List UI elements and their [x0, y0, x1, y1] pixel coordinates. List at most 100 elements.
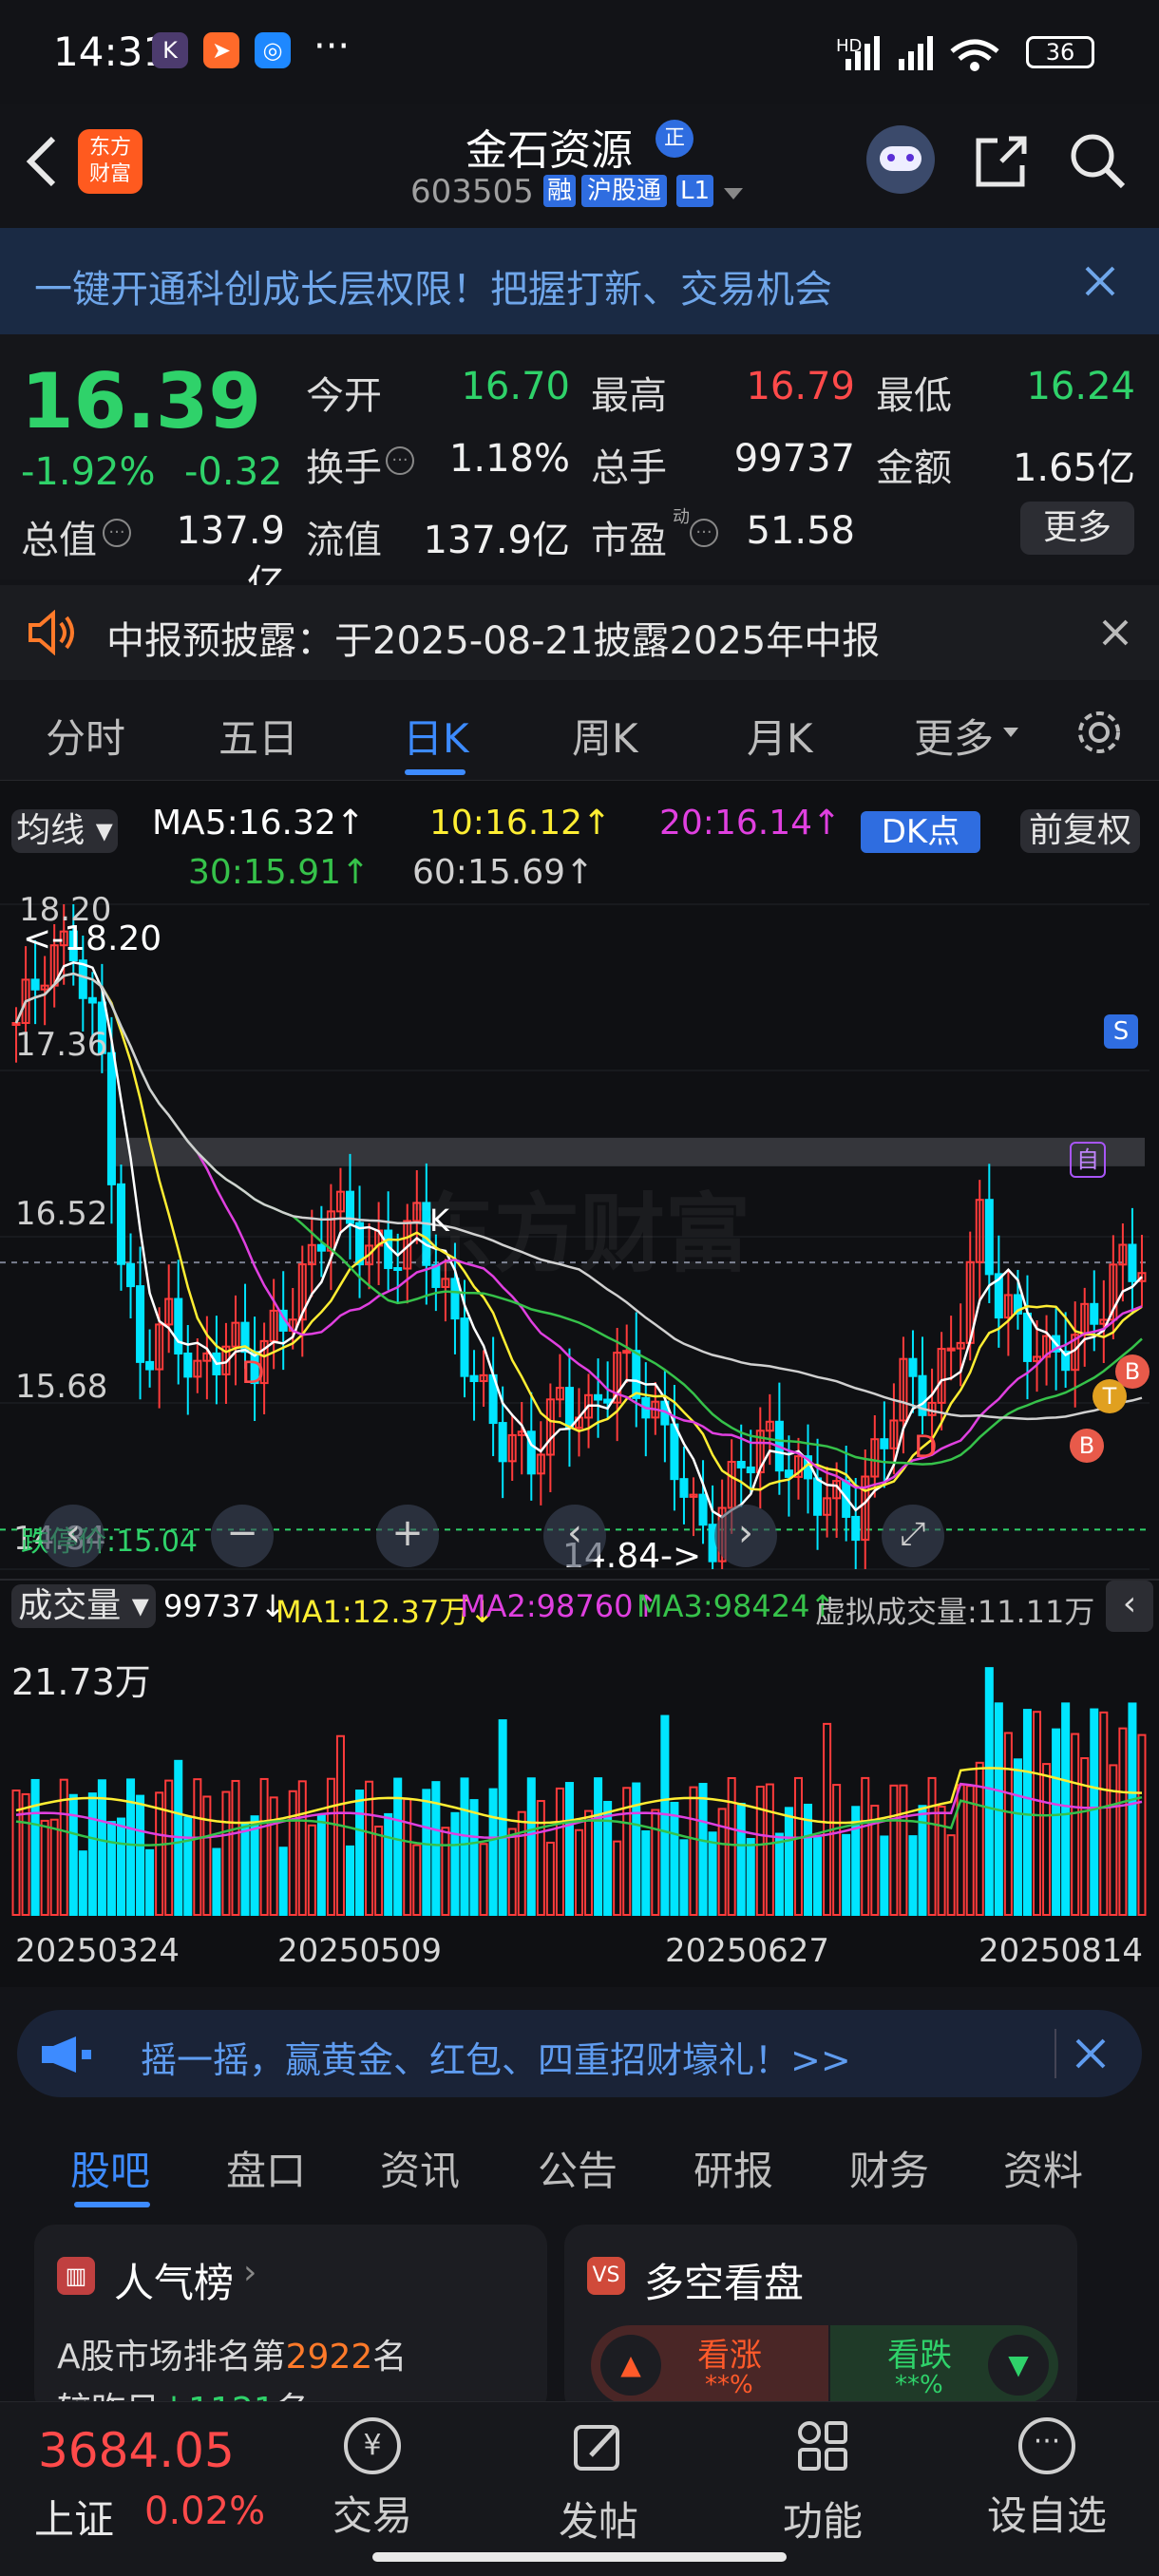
- fullscreen-icon[interactable]: ⤢: [882, 1505, 944, 1567]
- bull-bear-card[interactable]: VS 多空看盘 ▲ 看涨 **% 看跌 **% ▼: [564, 2225, 1077, 2415]
- tab-ziliao[interactable]: 资料: [1003, 2139, 1083, 2197]
- nav-functions[interactable]: 功能: [747, 2417, 899, 2548]
- high-label: 最高: [591, 374, 667, 418]
- pan-left-icon[interactable]: ‹: [543, 1505, 606, 1567]
- volume-bar: [507, 1828, 517, 1916]
- close-icon[interactable]: [1074, 2036, 1108, 2071]
- dk-point-button[interactable]: DK点: [861, 811, 980, 853]
- index-name: 上证: [34, 2496, 115, 2543]
- volume-bar: [412, 1844, 422, 1916]
- tab-more[interactable]: 更多: [914, 707, 994, 765]
- candle: [30, 978, 40, 991]
- nav-post[interactable]: 发帖: [522, 2417, 674, 2548]
- max-marker: <-18.20: [23, 919, 162, 958]
- volume-bar: [736, 1802, 746, 1916]
- volume-chart[interactable]: [0, 1638, 1159, 1940]
- forward-adjust-button[interactable]: 前复权: [1020, 809, 1140, 853]
- y-label-4: 15.68: [15, 1368, 108, 1406]
- tab-pankou[interactable]: 盘口: [226, 2139, 306, 2197]
- ma5-legend: MA5:16.32↑: [152, 804, 365, 843]
- volume-bar: [1128, 1702, 1137, 1916]
- volume-bar: [1090, 1708, 1099, 1916]
- scroll-left-icon[interactable]: ‹: [42, 1505, 104, 1567]
- sub-tabs: 股吧 盘口 资讯 公告 研报 财务 资料: [0, 2116, 1159, 2211]
- tab-gonggao[interactable]: 公告: [538, 2139, 618, 2197]
- more-button[interactable]: 更多: [1020, 502, 1134, 555]
- ma-selector[interactable]: 均线 ▾: [11, 809, 118, 853]
- t-marker[interactable]: T: [1092, 1379, 1127, 1413]
- info-icon[interactable]: ···: [690, 519, 718, 547]
- candle: [564, 1387, 574, 1430]
- tab-wuri[interactable]: 五日: [218, 707, 298, 765]
- volume-bar: [746, 1838, 755, 1916]
- candle: [87, 996, 97, 1004]
- candle: [469, 1374, 479, 1383]
- info-icon[interactable]: ···: [386, 446, 414, 475]
- tab-caiwu[interactable]: 财务: [849, 2139, 929, 2197]
- zoom-in-icon[interactable]: +: [376, 1505, 439, 1567]
- tab-yanbao[interactable]: 研报: [694, 2139, 773, 2197]
- candle: [1128, 1243, 1137, 1282]
- dropdown-arrow-icon[interactable]: [724, 188, 743, 199]
- float-value: 137.9亿: [423, 519, 570, 562]
- candle: [603, 1398, 613, 1404]
- volume-bar: [1003, 1732, 1013, 1916]
- popularity-card[interactable]: ▥ 人气榜 › A股市场排名第2922名 较昨日↓1121名: [34, 2225, 547, 2415]
- bull-button[interactable]: ▲ 看涨 **%: [591, 2325, 828, 2405]
- custom-marker[interactable]: 自: [1070, 1142, 1106, 1178]
- x-label: 20250509: [277, 1932, 443, 1970]
- close-icon[interactable]: [1083, 264, 1117, 298]
- volume-selector[interactable]: 成交量 ▾: [11, 1584, 156, 1628]
- nav-add-watchlist[interactable]: ··· 设自选: [971, 2417, 1123, 2542]
- chevron-down-icon: [1003, 728, 1018, 737]
- tab-zhouk[interactable]: 周K: [572, 707, 638, 765]
- pan-right-icon[interactable]: ›: [714, 1505, 777, 1567]
- bear-button[interactable]: 看跌 **% ▼: [830, 2325, 1058, 2405]
- promo-pill[interactable]: 摇一摇，赢黄金、红包、四重招财壕礼！>>: [17, 2010, 1142, 2097]
- volume-bar: [1022, 1709, 1032, 1916]
- zoom-out-icon[interactable]: −: [211, 1505, 274, 1567]
- volume-bar: [1033, 1711, 1042, 1916]
- app-chat-icon: ◎: [255, 32, 291, 68]
- vs-icon: VS: [587, 2257, 625, 2295]
- volume-bar: [136, 1794, 145, 1916]
- notice-bar[interactable]: 中报预披露：于2025-08-21披露2025年中报: [0, 585, 1159, 680]
- sell-signal-marker[interactable]: S: [1104, 1014, 1138, 1049]
- d-marker: D: [914, 1429, 938, 1465]
- share-icon[interactable]: [971, 131, 1032, 192]
- collapse-panel-icon[interactable]: ‹: [1106, 1581, 1153, 1632]
- robot-avatar-icon[interactable]: [866, 125, 935, 194]
- tab-zixun[interactable]: 资讯: [380, 2139, 460, 2197]
- virtual-volume: 虚拟成交量:11.11万: [815, 1594, 1095, 1630]
- back-icon[interactable]: [21, 133, 63, 190]
- grid-icon: [798, 2421, 847, 2471]
- low-value: 16.24: [1026, 365, 1135, 408]
- home-indicator: [372, 2552, 787, 2562]
- candle: [393, 1267, 403, 1272]
- tab-yuek[interactable]: 月K: [747, 707, 813, 765]
- low-label: 最低: [876, 374, 952, 418]
- volume-bar: [1080, 1757, 1090, 1916]
- nav-trade[interactable]: ¥ 交易: [296, 2417, 448, 2542]
- settings-gear-icon[interactable]: [1074, 707, 1125, 758]
- volume-bar: [765, 1783, 774, 1916]
- promo-banner[interactable]: 一键开通科创成长层权限！把握打新、交易机会: [0, 228, 1159, 334]
- info-icon[interactable]: ···: [103, 519, 131, 547]
- buy-marker[interactable]: B: [1070, 1429, 1104, 1463]
- stock-name: 金石资源: [466, 126, 633, 175]
- volume-bar: [632, 1782, 641, 1916]
- badge-zheng-icon: 正: [656, 120, 694, 158]
- candle: [984, 1199, 994, 1276]
- tab-guba[interactable]: 股吧: [70, 2139, 150, 2197]
- search-icon[interactable]: [1068, 131, 1129, 192]
- tab-rik[interactable]: 日K: [403, 707, 469, 765]
- kline-chart-area[interactable]: 均线 ▾ MA5:16.32↑ 10:16.12↑ 20:16.14↑ 30:1…: [0, 781, 1159, 1987]
- tab-fenshi[interactable]: 分时: [46, 707, 125, 765]
- close-icon[interactable]: [1100, 617, 1130, 648]
- period-tabs: 分时 五日 日K 周K 月K 更多: [0, 680, 1159, 781]
- k-marker: K: [429, 1203, 449, 1239]
- volume-bar: [193, 1778, 202, 1916]
- eastmoney-logo: 东方 财富: [78, 129, 142, 194]
- volume-bar: [355, 1790, 365, 1916]
- index-value[interactable]: 3684.05: [38, 2423, 235, 2478]
